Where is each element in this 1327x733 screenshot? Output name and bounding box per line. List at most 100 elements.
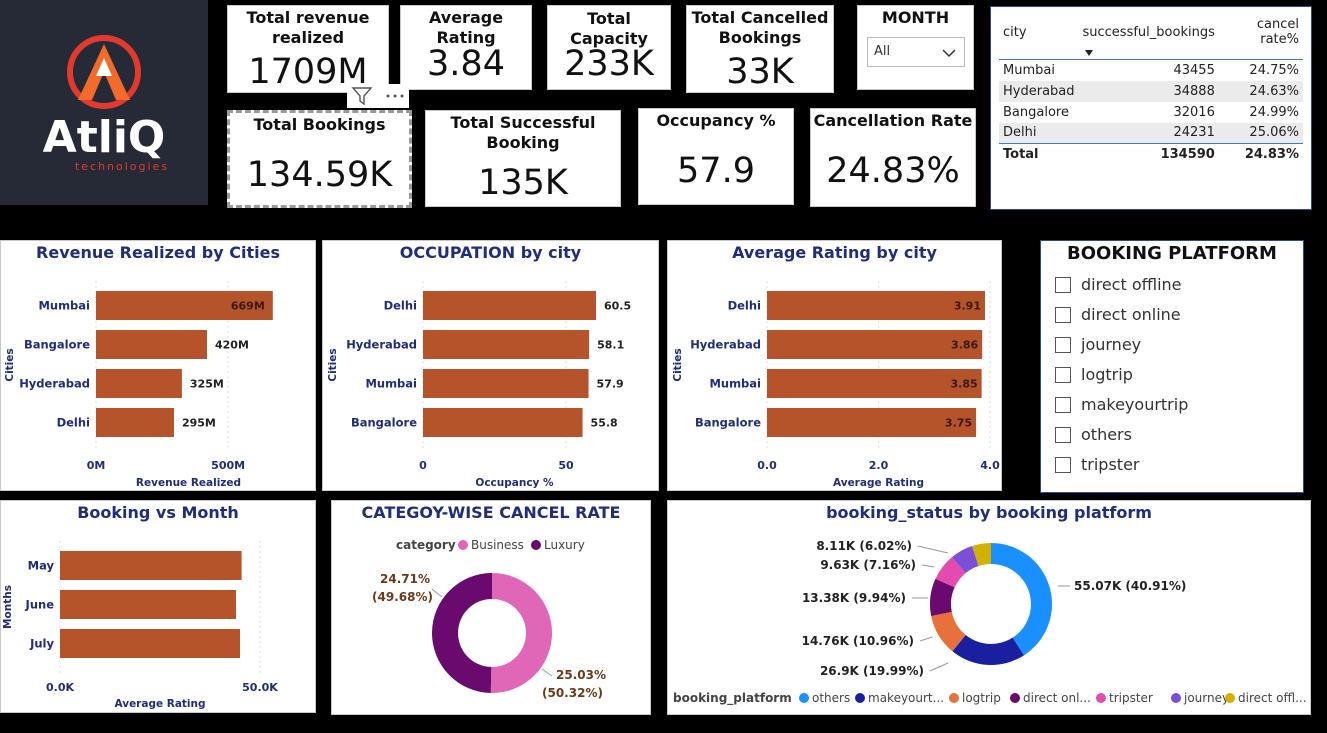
category-chart-svg: category Business Luxury 25.03% (50.32%) 24.7… xyxy=(372,538,606,700)
kpi-total-bookings[interactable]: Total Bookings 134.59K xyxy=(227,110,412,208)
data-label: 3.85 xyxy=(950,378,977,391)
table-row: Hyderabad 34888 24.63% xyxy=(999,80,1303,102)
table-cell: Mumbai xyxy=(1003,62,1055,78)
slice-luxury xyxy=(432,573,492,693)
booking-status-platform-chart: booking_status by booking platform 55.07… xyxy=(667,500,1311,715)
table-cell: 25.06% xyxy=(1218,122,1303,144)
legend-marker xyxy=(1171,693,1181,703)
table-cell: 24.75% xyxy=(1249,62,1299,78)
y-axis-title: Cities xyxy=(4,348,16,381)
x-axis-title: Average Rating xyxy=(114,698,205,710)
month-slicer: MONTH All xyxy=(857,5,974,90)
booking-vs-month-chart: Booking vs Month 0.0K 50.0K May June July Ave… xyxy=(0,500,316,713)
slice-others xyxy=(991,543,1052,656)
platform-option-others[interactable]: others xyxy=(1055,425,1132,444)
legend-marker xyxy=(1096,693,1106,703)
kpi-total-successful-title-line1: Total Successful xyxy=(450,113,596,132)
checkbox[interactable] xyxy=(1055,396,1071,413)
data-label: 14.76K (10.96%) xyxy=(802,634,914,648)
legend-marker xyxy=(799,693,809,703)
table-row: Bangalore 32016 24.99% xyxy=(999,102,1303,123)
data-label: 669M xyxy=(231,300,265,313)
platform-option-journey[interactable]: journey xyxy=(1055,335,1141,354)
logo-panel: AtliQ technologies xyxy=(0,0,208,205)
checkbox[interactable] xyxy=(1055,456,1071,473)
table-cell: 43455 xyxy=(1173,62,1215,78)
checkbox[interactable] xyxy=(1055,306,1071,323)
booking-platform-slicer-title: BOOKING PLATFORM xyxy=(1067,243,1277,264)
checkbox[interactable] xyxy=(1055,366,1071,383)
platform-option-direct-offline[interactable]: direct offline xyxy=(1055,275,1182,294)
legend-marker xyxy=(1010,693,1020,703)
kpi-cancellation-rate: Cancellation Rate 24.83% xyxy=(810,108,976,207)
checkbox[interactable] xyxy=(1055,276,1071,293)
checkbox[interactable] xyxy=(1055,426,1071,443)
legend-marker xyxy=(855,693,865,703)
x-axis-title: Occupancy % xyxy=(475,477,554,489)
kpi-average-rating-title: Average Rating xyxy=(428,8,504,47)
platform-option-logtrip[interactable]: logtrip xyxy=(1055,365,1133,384)
occupation-by-city-chart: OCCUPATION by city 0 50 Delhi 60.5 Hyderabad… xyxy=(322,240,659,491)
data-label: 3.86 xyxy=(951,339,978,352)
data-label: 420M xyxy=(215,339,249,352)
logo-brand: AtliQ xyxy=(43,112,166,163)
data-label: 295M xyxy=(182,417,216,430)
legend-label: others xyxy=(812,691,850,705)
y-tick-label: Hyderabad xyxy=(19,377,90,391)
y-tick-label: May xyxy=(28,559,55,573)
data-label: 55.07K (40.91%) xyxy=(1074,579,1186,593)
table-header-city[interactable]: city xyxy=(999,15,1079,60)
bar-hyderabad xyxy=(423,330,590,359)
bar-hyderabad xyxy=(96,369,182,398)
legend-marker xyxy=(531,540,541,550)
kpi-total-successful: Total Successful Booking 135K xyxy=(425,110,621,207)
table-cell: 32016 xyxy=(1173,104,1215,120)
y-tick-label: Hyderabad xyxy=(690,338,761,352)
platform-option-label: journey xyxy=(1081,335,1142,354)
checkbox[interactable] xyxy=(1055,336,1071,353)
legend-label: Luxury xyxy=(544,538,585,552)
data-label: 3.75 xyxy=(945,417,972,430)
chevron-down-icon xyxy=(942,49,956,58)
legend-title: category xyxy=(396,538,456,552)
platform-option-label: logtrip xyxy=(1081,365,1133,384)
table-total-row: Total 134590 24.83% xyxy=(999,143,1303,165)
revenue-chart-svg: 0M 500M Mumbai 669M Bangalore 420M Hyderabad 32… xyxy=(4,281,273,489)
legend-label: Business xyxy=(471,538,524,552)
platform-option-makeyourtrip[interactable]: makeyourtrip xyxy=(1055,395,1188,414)
x-tick-label: 4.0 xyxy=(980,459,1000,472)
data-label: 60.5 xyxy=(604,300,631,313)
y-tick-label: June xyxy=(25,598,55,612)
rating-chart-svg: 0.0 2.0 4.0 Delhi 3.91 Hyderabad 3.86 Mumbai 3.8… xyxy=(672,281,1000,489)
kpi-total-revenue-title-line2: realized xyxy=(271,28,345,47)
x-tick-label: 50.0K xyxy=(242,681,278,694)
data-label: (50.32%) xyxy=(542,686,603,700)
platform-option-tripster[interactable]: tripster xyxy=(1055,455,1139,474)
table-row: Delhi 24231 25.06% xyxy=(999,122,1303,144)
y-tick-label: Mumbai xyxy=(38,299,90,313)
kpi-total-capacity-value: 233K xyxy=(564,44,654,84)
table-header-successful-bookings[interactable]: successful_bookings xyxy=(1078,15,1219,60)
data-label: 24.71% xyxy=(380,572,430,586)
table-header-successful-bookings-label: successful_bookings xyxy=(1082,24,1215,40)
legend-marker xyxy=(949,693,959,703)
y-tick-label: Delhi xyxy=(384,299,417,313)
dashboard: AtliQ technologies Total revenue realize… xyxy=(0,0,1327,733)
table-header-cancel-rate[interactable]: cancel rate% xyxy=(1218,15,1303,60)
platform-option-label: direct online xyxy=(1081,305,1181,324)
table-cell: Bangalore xyxy=(1003,104,1069,120)
more-options-icon[interactable] xyxy=(383,85,407,107)
table-cell: 24.83% xyxy=(1218,143,1303,165)
leader-line xyxy=(929,662,949,672)
data-label: 3.91 xyxy=(954,300,981,313)
kpi-total-cancelled-title-line2: Bookings xyxy=(718,28,802,47)
platform-option-direct-online[interactable]: direct online xyxy=(1055,305,1181,324)
kpi-total-capacity: Total Capacity 233K xyxy=(547,5,671,90)
month-dropdown[interactable]: All xyxy=(867,37,965,67)
x-tick-label: 0.0K xyxy=(46,681,74,694)
bar-july xyxy=(60,629,240,658)
bar-delhi xyxy=(767,291,985,320)
filter-icon[interactable] xyxy=(350,85,374,107)
leader-line xyxy=(921,564,935,568)
category-cancel-rate-chart: CATEGOY-WISE CANCEL RATE category Busines… xyxy=(331,500,651,715)
